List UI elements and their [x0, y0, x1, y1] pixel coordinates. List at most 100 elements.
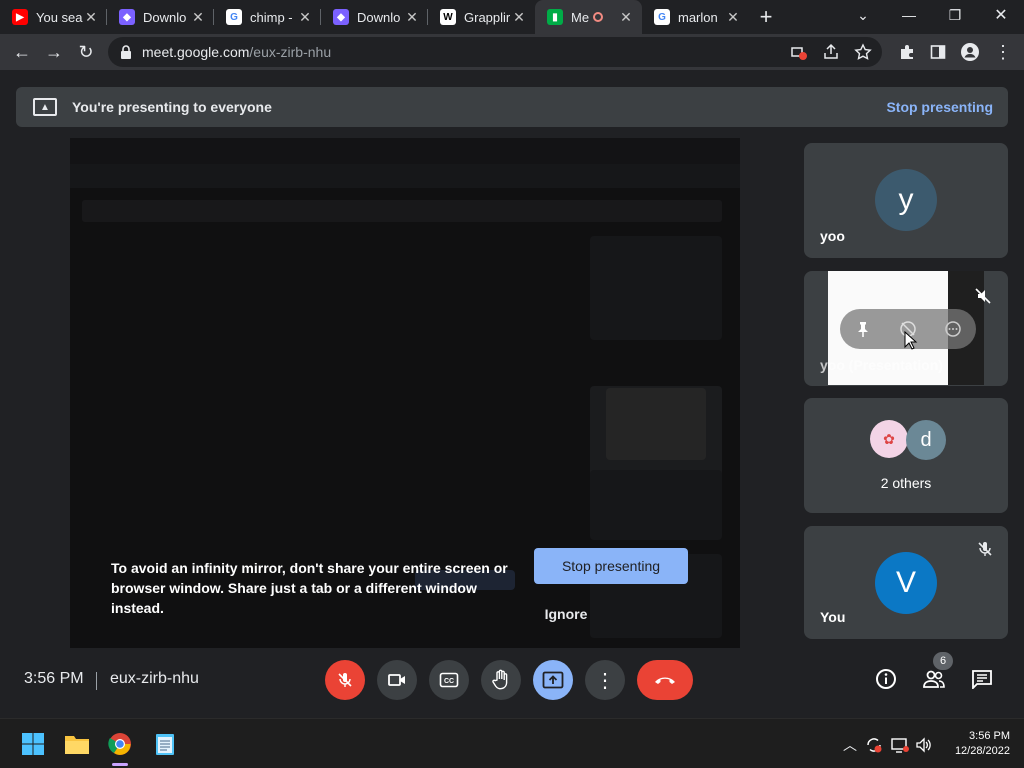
forward-icon[interactable]: →: [38, 36, 70, 68]
browser-tab-active[interactable]: ▮ Me ✕: [535, 0, 642, 34]
tab-title: Grapplir: [464, 9, 511, 25]
browser-tab[interactable]: ◆ Downlo ✕: [107, 0, 214, 34]
participant-tile[interactable]: y yoo: [804, 143, 1008, 258]
avatar: d: [906, 420, 946, 460]
windows-start-icon[interactable]: [20, 731, 46, 757]
tab-title: You sear: [36, 9, 83, 25]
profile-icon[interactable]: [955, 36, 985, 68]
close-icon[interactable]: ✕: [725, 9, 741, 26]
tab-title: chimp -: [250, 9, 293, 25]
bookmark-star-icon[interactable]: [854, 43, 872, 61]
tab-title: Downlo: [357, 9, 401, 25]
windows-taskbar: ︿ 3:56 PM 12/28/2022: [0, 718, 1024, 768]
download-app-icon: ◆: [333, 9, 349, 25]
google-meet-icon: ▮: [547, 9, 563, 25]
stop-presenting-button[interactable]: Stop presenting: [534, 548, 688, 584]
divider: [96, 672, 97, 690]
wikipedia-icon: W: [440, 9, 456, 25]
network-icon[interactable]: [890, 735, 910, 755]
microphone-toggle-button[interactable]: [325, 660, 365, 700]
browser-tab[interactable]: ◆ Downlo ✕: [321, 0, 428, 34]
close-icon[interactable]: ✕: [511, 9, 527, 26]
hang-up-icon: [655, 677, 675, 684]
leave-call-button[interactable]: [637, 660, 693, 700]
browser-tab[interactable]: ▶ You sear ✕: [0, 0, 107, 34]
pin-icon[interactable]: [854, 320, 872, 338]
active-app-indicator: [112, 763, 128, 766]
tab-title: Me: [571, 9, 590, 25]
google-icon: G: [226, 9, 242, 25]
google-icon: G: [654, 9, 670, 25]
meeting-time: 3:56 PM: [24, 670, 84, 687]
close-icon[interactable]: ✕: [190, 9, 206, 26]
close-window-button[interactable]: ✕: [978, 0, 1024, 30]
chrome-icon[interactable]: [107, 731, 133, 757]
camera-toggle-button[interactable]: [377, 660, 417, 700]
side-panel-icon[interactable]: [923, 36, 953, 68]
share-icon[interactable]: [822, 43, 840, 61]
participant-name: yoo (Presentation): [820, 357, 943, 373]
presenting-banner-text: You're presenting to everyone: [72, 99, 272, 115]
browser-tab[interactable]: W Grapplir ✕: [428, 0, 535, 34]
sync-alert-icon[interactable]: [864, 735, 884, 755]
infinity-mirror-warning: To avoid an infinity mirror, don't share…: [111, 560, 508, 616]
avatar: y: [875, 169, 937, 231]
more-options-icon[interactable]: [944, 320, 962, 338]
back-icon[interactable]: ←: [6, 36, 38, 68]
close-icon[interactable]: ✕: [297, 9, 313, 26]
people-button[interactable]: [920, 665, 948, 693]
minimize-button[interactable]: —: [886, 0, 932, 30]
kebab-icon: ⋮: [595, 669, 615, 692]
close-icon[interactable]: ✕: [83, 9, 99, 26]
camera-icon: [388, 674, 405, 686]
participant-name: You: [820, 609, 846, 625]
more-options-button[interactable]: ⋮: [585, 660, 625, 700]
mouse-cursor-icon: [904, 331, 918, 350]
close-icon[interactable]: ✕: [618, 9, 634, 26]
avatar: V: [875, 552, 937, 614]
youtube-icon: ▶: [12, 9, 28, 25]
meeting-code: eux-zirb-nhu: [110, 670, 199, 687]
banner-stop-presenting-link[interactable]: Stop presenting: [886, 99, 993, 115]
browser-tab[interactable]: G chimp - ✕: [214, 0, 321, 34]
address-bar[interactable]: meet.google.com/eux-zirb-nhu: [108, 37, 882, 67]
taskbar-time: 3:56 PM: [969, 730, 1010, 742]
self-tile[interactable]: V You: [804, 526, 1008, 639]
svg-text:CC: CC: [444, 678, 454, 685]
url-path: /eux-zirb-nhu: [249, 44, 332, 60]
participant-name: yoo: [820, 228, 845, 244]
muted-icon: [975, 288, 991, 304]
extensions-icon[interactable]: [892, 36, 922, 68]
reload-icon[interactable]: ↻: [70, 36, 102, 68]
download-app-icon: ◆: [119, 9, 135, 25]
ignore-button[interactable]: Ignore: [532, 602, 600, 626]
info-icon: [876, 669, 896, 689]
close-icon[interactable]: ✕: [404, 9, 420, 26]
present-screen-icon: ▲: [33, 98, 57, 116]
new-tab-button[interactable]: +: [749, 0, 783, 34]
menu-kebab-icon[interactable]: ⋮: [988, 36, 1018, 68]
others-tile[interactable]: ✿ d 2 others: [804, 398, 1008, 513]
present-now-button[interactable]: [533, 660, 573, 700]
camera-blocked-icon[interactable]: [790, 43, 808, 61]
people-icon: [923, 670, 945, 688]
presentation-tile[interactable]: yoo (Presentation): [804, 271, 1008, 386]
hand-icon: [492, 669, 508, 690]
captions-button[interactable]: CC: [429, 660, 469, 700]
meeting-details-button[interactable]: [872, 665, 900, 693]
show-hidden-icons[interactable]: ︿: [840, 735, 860, 755]
raise-hand-button[interactable]: [481, 660, 521, 700]
chat-button[interactable]: [968, 665, 996, 693]
browser-tab[interactable]: G marlon ✕: [642, 0, 749, 34]
mic-off-icon: [338, 673, 352, 687]
taskbar-date: 12/28/2022: [954, 745, 1010, 757]
tab-title: Downlo: [143, 9, 187, 25]
tab-search-icon[interactable]: ⌄: [840, 0, 886, 30]
volume-icon[interactable]: [914, 735, 934, 755]
taskbar-clock[interactable]: 3:56 PM 12/28/2022: [955, 729, 1010, 759]
restore-button[interactable]: ❐: [932, 0, 978, 30]
notepad-icon[interactable]: [152, 731, 178, 757]
participant-name: 2 others: [880, 475, 932, 491]
browser-toolbar: ← → ↻ meet.google.com/eux-zirb-nhu: [0, 34, 1024, 70]
file-explorer-icon[interactable]: [64, 731, 90, 757]
